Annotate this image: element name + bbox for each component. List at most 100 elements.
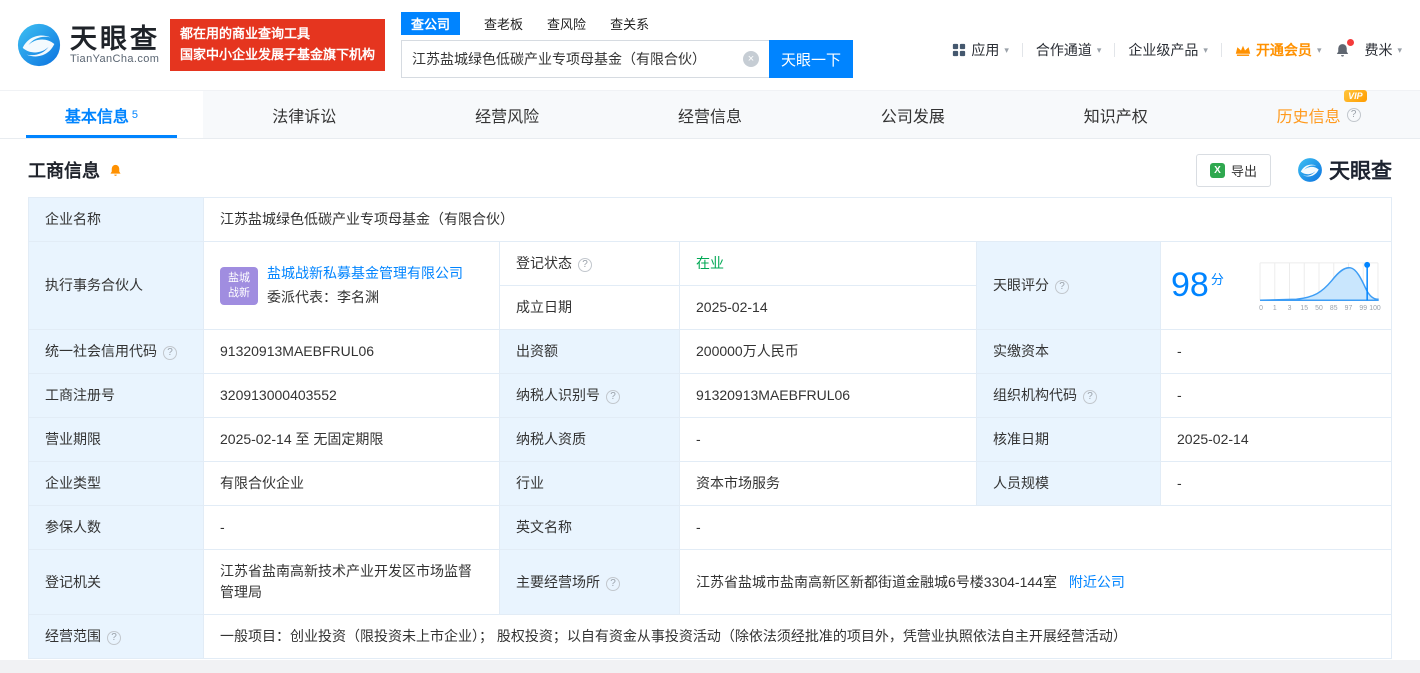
label-text: 核准日期 xyxy=(993,431,1049,447)
nav-cooperation-label: 合作通道 xyxy=(1035,42,1092,58)
svg-text:15: 15 xyxy=(1300,305,1308,312)
field-value-company-name: 江苏盐城绿色低碳产业专项母基金（有限合伙） xyxy=(203,197,1392,242)
tab-operation-risk[interactable]: 经营风险 xyxy=(406,91,609,138)
value-text: - xyxy=(220,519,225,535)
table-row: 经营范围 一般项目：创业投资（限投资未上市企业）； 股权投资；以自有资金从事投资… xyxy=(28,614,1392,659)
nav-user-account[interactable]: 费米 xyxy=(1364,40,1402,60)
nearby-companies-link[interactable]: 附近公司 xyxy=(1069,574,1125,590)
value-text: - xyxy=(1177,387,1182,403)
logo-text: 天眼查 TianYanCha.com xyxy=(70,24,160,65)
value-text: 江苏省盐城市盐南高新区新都街道金融城6号楼3304-144室 xyxy=(696,573,1057,590)
search-tab-risk[interactable]: 查风险 xyxy=(547,14,586,33)
tab-history-info[interactable]: 历史信息 VIP xyxy=(1217,89,1420,138)
tab-basic-info-count: 5 xyxy=(131,108,138,121)
field-label-english-name: 英文名称 xyxy=(499,505,680,550)
field-value-business-scope: 一般项目：创业投资（限投资未上市企业）； 股权投资；以自有资金从事投资活动（除依… xyxy=(203,614,1392,659)
score-number: 98 xyxy=(1171,266,1209,304)
tab-company-development[interactable]: 公司发展 xyxy=(811,91,1014,138)
table-row: 企业类型 有限合伙企业 行业 资本市场服务 人员规模 - xyxy=(28,461,1392,506)
value-text: - xyxy=(696,519,701,535)
field-value-taxpayer-quality: - xyxy=(679,417,977,462)
page-bottom-strip xyxy=(0,660,1420,673)
chevron-down-icon xyxy=(1317,46,1322,55)
field-value-establish-date: 2025-02-14 xyxy=(679,285,977,330)
vip-badge: VIP xyxy=(1344,89,1367,103)
svg-text:1: 1 xyxy=(1273,305,1277,312)
notification-bell[interactable] xyxy=(1334,38,1355,59)
chevron-down-icon xyxy=(1203,46,1208,55)
value-text: 320913000403552 xyxy=(220,387,337,403)
partner-logo-badge: 盐城 战新 xyxy=(220,266,258,305)
search-tab-relation[interactable]: 查关系 xyxy=(610,14,649,33)
promo-badge: 都在用的商业查询工具 国家中小企业发展子基金旗下机构 xyxy=(170,19,386,71)
tianyancha-logo[interactable]: 天眼查 TianYanCha.com xyxy=(16,22,160,68)
notification-dot xyxy=(1347,38,1355,46)
watermark-brand-name: 天眼查 xyxy=(1329,160,1392,183)
search-input[interactable] xyxy=(412,51,744,67)
label-text: 登记机关 xyxy=(45,573,101,590)
subscribe-bell-icon[interactable] xyxy=(108,163,123,178)
tab-intellectual-property[interactable]: 知识产权 xyxy=(1014,91,1217,138)
tab-risk-label: 经营风险 xyxy=(475,108,540,126)
search-tab-boss[interactable]: 查老板 xyxy=(484,14,523,33)
help-icon[interactable] xyxy=(1083,390,1097,404)
clear-search-icon[interactable] xyxy=(743,51,760,67)
partner-company-link[interactable]: 盐城战新私募基金管理有限公司 xyxy=(267,263,463,284)
tab-legal-proceedings[interactable]: 法律诉讼 xyxy=(203,91,406,138)
nav-apps[interactable]: 应用 xyxy=(952,40,1009,60)
section-title-wrap: 工商信息 xyxy=(28,157,123,183)
value-text: 91320913MAEBFRUL06 xyxy=(696,387,851,403)
tab-history-label-wrap: 历史信息 VIP xyxy=(1277,89,1367,127)
field-label-business-term: 营业期限 xyxy=(28,417,204,462)
help-icon[interactable] xyxy=(578,258,592,272)
help-icon[interactable] xyxy=(163,346,177,360)
field-value-insured-count: - xyxy=(203,505,500,550)
value-text: - xyxy=(1177,343,1182,359)
help-icon[interactable] xyxy=(606,390,620,404)
help-icon[interactable] xyxy=(606,576,620,591)
nav-enterprise-products[interactable]: 企业级产品 xyxy=(1128,40,1208,60)
partner-representative: 委派代表：李名渊 xyxy=(267,289,379,305)
field-label-executive-partner: 执行事务合伙人 xyxy=(28,241,204,330)
field-value-staff-size: - xyxy=(1160,461,1392,506)
score-chart: 0 1 3 15 50 85 97 99 100 xyxy=(1259,261,1381,312)
label-text: 统一社会信用代码 xyxy=(45,343,157,359)
status-badge: 在业 xyxy=(696,255,724,271)
search-tab-company[interactable]: 查公司 xyxy=(401,11,461,35)
help-icon[interactable] xyxy=(107,631,121,645)
tab-basic-info[interactable]: 基本信息 5 xyxy=(0,91,203,138)
help-icon[interactable] xyxy=(1055,280,1069,294)
search-area: 查公司 查老板 查风险 查关系 天眼一下 xyxy=(401,11,854,78)
label-text: 纳税人资质 xyxy=(516,431,586,447)
tab-operation-info[interactable]: 经营信息 xyxy=(609,91,812,138)
partner-block: 盐城 战新 盐城战新私募基金管理有限公司 委派代表：李名渊 xyxy=(220,263,483,308)
table-row: 营业期限 2025-02-14 至 无固定期限 纳税人资质 - 核准日期 202… xyxy=(28,417,1392,462)
value-text: 200000万人民币 xyxy=(696,343,799,359)
partner-info: 盐城战新私募基金管理有限公司 委派代表：李名渊 xyxy=(267,263,463,308)
search-button[interactable]: 天眼一下 xyxy=(769,40,854,78)
field-label-org-code: 组织机构代码 xyxy=(976,373,1161,418)
field-value-tianyan-score: 98 分 0 1 3 15 50 85 97 99 100 xyxy=(1160,241,1392,330)
help-icon[interactable] xyxy=(1346,107,1361,122)
field-value-reg-authority: 江苏省盐南高新技术产业开发区市场监督管理局 xyxy=(203,549,500,615)
chevron-down-icon xyxy=(1004,46,1009,55)
export-button[interactable]: 导出 xyxy=(1195,153,1271,187)
nav-user-label: 费米 xyxy=(1364,42,1393,58)
excel-icon xyxy=(1209,162,1225,178)
svg-text:100: 100 xyxy=(1369,305,1381,312)
search-input-wrap xyxy=(401,40,770,78)
score-value: 98 分 xyxy=(1171,260,1224,311)
nav-cooperation[interactable]: 合作通道 xyxy=(1036,40,1102,60)
label-text: 工商注册号 xyxy=(45,387,115,403)
label-text: 组织机构代码 xyxy=(993,387,1077,403)
page: 天眼查 TianYanCha.com 都在用的商业查询工具 国家中小企业发展子基… xyxy=(0,0,1420,673)
label-text: 纳税人识别号 xyxy=(516,387,600,403)
label-text: 登记状态 xyxy=(516,255,572,271)
table-row: 登记机关 江苏省盐南高新技术产业开发区市场监督管理局 主要经营场所 江苏省盐城市… xyxy=(28,549,1392,615)
nav-vip-membership[interactable]: 开通会员 xyxy=(1235,40,1322,60)
label-text: 天眼评分 xyxy=(993,277,1049,293)
label-text: 企业名称 xyxy=(45,211,101,227)
field-label-establish-date: 成立日期 xyxy=(499,285,680,330)
field-label-tianyan-score: 天眼评分 xyxy=(976,241,1161,330)
field-label-business-address: 主要经营场所 xyxy=(499,549,680,615)
